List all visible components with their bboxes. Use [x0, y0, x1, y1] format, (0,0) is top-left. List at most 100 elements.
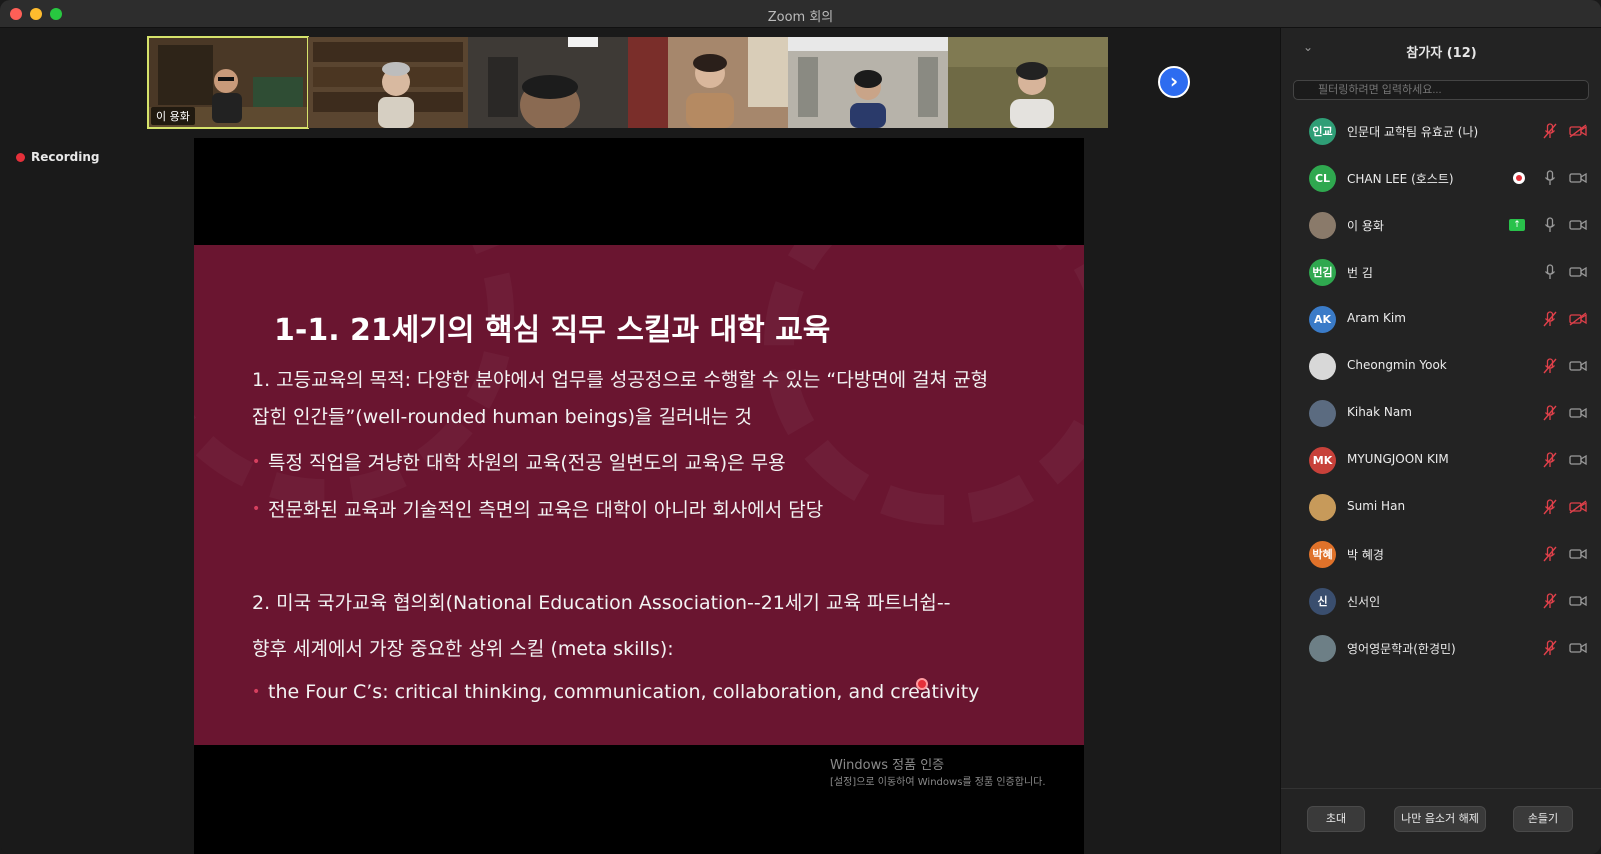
- participant-name: 이 용화: [1347, 219, 1384, 233]
- mic-icon[interactable]: [1543, 170, 1557, 186]
- participant-name: Cheongmin Yook: [1347, 358, 1447, 372]
- video-thumbnail[interactable]: [468, 37, 628, 128]
- slide-title: 1-1. 21세기의 핵심 직무 스킬과 대학 교육: [274, 313, 831, 348]
- windows-activation-watermark: Windows 정품 인증 [설정]으로 이동하여 Windows를 정품 인증…: [830, 754, 1050, 789]
- mic-icon[interactable]: [1543, 217, 1557, 233]
- avatar: AK: [1309, 306, 1336, 333]
- participant-row[interactable]: 영어영문학과(한경민): [1281, 625, 1601, 672]
- participant-row[interactable]: 신 신서인: [1281, 578, 1601, 625]
- avatar: 신: [1309, 588, 1336, 615]
- video-camera-icon[interactable]: [1569, 547, 1587, 561]
- participant-name: 번 김: [1347, 266, 1373, 280]
- unmute-me-button[interactable]: 나만 음소거 해제: [1394, 806, 1486, 832]
- video-camera-icon[interactable]: [1569, 265, 1587, 279]
- meeting-stage: 이 용화 › Recording 1-1. 21세기의 핵심 직무 스킬과 대학…: [0, 28, 1280, 854]
- participant-search-input[interactable]: [1293, 80, 1589, 100]
- mic-muted-icon[interactable]: [1543, 546, 1557, 562]
- video-feed: [788, 37, 948, 128]
- mic-muted-icon[interactable]: [1543, 640, 1557, 656]
- recording-dot-icon: [16, 152, 25, 162]
- participant-name: 신서인: [1347, 595, 1381, 609]
- slide-bullet: • 특정 직업을 겨냥한 대학 차원의 교육(전공 일변도의 교육)은 무용: [252, 448, 786, 475]
- recording-label: Recording: [31, 150, 100, 164]
- mic-muted-icon[interactable]: [1543, 311, 1557, 327]
- participant-name: MYUNGJOON KIM: [1347, 452, 1449, 466]
- participant-row[interactable]: Cheongmin Yook: [1281, 343, 1601, 390]
- video-thumbnail[interactable]: [308, 37, 468, 128]
- watermark-subtitle: [설정]으로 이동하여 Windows를 정품 인증합니다.: [830, 777, 1046, 788]
- slide-text-line: 잡힌 인간들”(well-rounded human beings)을 길러내는…: [252, 406, 753, 428]
- slide-text-line: 2. 미국 국가교육 협의회(National Education Associ…: [252, 592, 951, 614]
- video-camera-icon[interactable]: [1569, 218, 1587, 232]
- bullet-icon: •: [252, 453, 261, 470]
- next-page-button[interactable]: ›: [1158, 66, 1190, 98]
- participant-name: Sumi Han: [1347, 499, 1406, 513]
- laser-pointer-icon: [916, 678, 928, 690]
- slide-bullet-text: 전문화된 교육과 기술적인 측면의 교육은 대학이 아니라 회사에서 담당: [268, 499, 824, 521]
- avatar: 박혜: [1309, 541, 1336, 568]
- presentation-slide: 1-1. 21세기의 핵심 직무 스킬과 대학 교육 1. 고등교육의 목적: …: [194, 245, 1084, 745]
- video-camera-icon[interactable]: [1569, 594, 1587, 608]
- participant-name: CHAN LEE (호스트): [1347, 172, 1454, 186]
- video-feed: [468, 37, 628, 128]
- screen-share-icon: ↑: [1509, 219, 1525, 231]
- slide-bullet: • 전문화된 교육과 기술적인 측면의 교육은 대학이 아니라 회사에서 담당: [252, 495, 823, 522]
- video-camera-icon[interactable]: [1569, 171, 1587, 185]
- participant-row[interactable]: 번김 번 김: [1281, 249, 1601, 296]
- participant-row[interactable]: AK Aram Kim: [1281, 296, 1601, 343]
- avatar: 인교: [1309, 118, 1336, 145]
- video-thumbnail[interactable]: 이 용화: [147, 36, 309, 129]
- avatar: [1309, 353, 1336, 380]
- video-feed: [948, 37, 1108, 128]
- participant-row[interactable]: CL CHAN LEE (호스트): [1281, 155, 1601, 202]
- shared-screen: 1-1. 21세기의 핵심 직무 스킬과 대학 교육 1. 고등교육의 목적: …: [194, 138, 1084, 854]
- mic-muted-icon[interactable]: [1543, 123, 1557, 139]
- slide-text-line: 1. 고등교육의 목적: 다양한 분야에서 업무를 성공정으로 수행할 수 있는…: [252, 369, 989, 391]
- mic-icon[interactable]: [1543, 264, 1557, 280]
- raise-hand-button[interactable]: 손들기: [1513, 806, 1573, 832]
- mic-muted-icon[interactable]: [1543, 452, 1557, 468]
- video-thumbnail[interactable]: [628, 37, 788, 128]
- participant-name: Aram Kim: [1347, 311, 1406, 325]
- participant-row[interactable]: 인교 인문대 교학팀 유효균 (나): [1281, 108, 1601, 155]
- slide-bullet-text: the Four C’s: critical thinking, communi…: [268, 681, 980, 703]
- title-bar: Zoom 회의: [0, 0, 1601, 28]
- mic-muted-icon[interactable]: [1543, 405, 1557, 421]
- avatar: [1309, 635, 1336, 662]
- video-camera-icon[interactable]: [1569, 453, 1587, 467]
- watermark-title: Windows 정품 인증: [830, 758, 945, 773]
- video-camera-icon[interactable]: [1569, 641, 1587, 655]
- thumbnail-name-label: 이 용화: [151, 107, 195, 125]
- video-thumbnail[interactable]: [948, 37, 1108, 128]
- video-off-icon[interactable]: [1569, 312, 1587, 326]
- participant-name: 영어영문학과(한경민): [1347, 642, 1456, 656]
- participant-row[interactable]: Kihak Nam: [1281, 390, 1601, 437]
- slide-text-line: 향후 세계에서 가장 중요한 상위 스킬 (meta skills):: [252, 638, 674, 660]
- avatar: [1309, 494, 1336, 521]
- avatar: [1309, 400, 1336, 427]
- video-thumbnail[interactable]: [788, 37, 948, 128]
- avatar: CL: [1309, 165, 1336, 192]
- participant-name: 인문대 교학팀 유효균 (나): [1347, 125, 1479, 139]
- video-off-icon[interactable]: [1569, 124, 1587, 138]
- video-off-icon[interactable]: [1569, 500, 1587, 514]
- avatar: [1309, 212, 1336, 239]
- participant-row[interactable]: 이 용화 ↑: [1281, 202, 1601, 249]
- window-title: Zoom 회의: [767, 10, 834, 25]
- mic-muted-icon[interactable]: [1543, 499, 1557, 515]
- mic-muted-icon[interactable]: [1543, 358, 1557, 374]
- participants-footer: 초대 나만 음소거 해제 손들기: [1281, 788, 1601, 854]
- recording-badge-icon: [1513, 172, 1525, 184]
- participant-row[interactable]: MK MYUNGJOON KIM: [1281, 437, 1601, 484]
- participant-name: Kihak Nam: [1347, 405, 1412, 419]
- participants-title: 참가자 (12): [1406, 46, 1477, 61]
- mic-muted-icon[interactable]: [1543, 593, 1557, 609]
- video-camera-icon[interactable]: [1569, 359, 1587, 373]
- invite-button[interactable]: 초대: [1307, 806, 1365, 832]
- video-feed: [308, 37, 468, 128]
- participant-row[interactable]: Sumi Han: [1281, 484, 1601, 531]
- bullet-icon: •: [252, 500, 261, 517]
- participant-row[interactable]: 박혜 박 혜경: [1281, 531, 1601, 578]
- slide-bullet-text: 특정 직업을 겨냥한 대학 차원의 교육(전공 일변도의 교육)은 무용: [268, 452, 786, 474]
- video-camera-icon[interactable]: [1569, 406, 1587, 420]
